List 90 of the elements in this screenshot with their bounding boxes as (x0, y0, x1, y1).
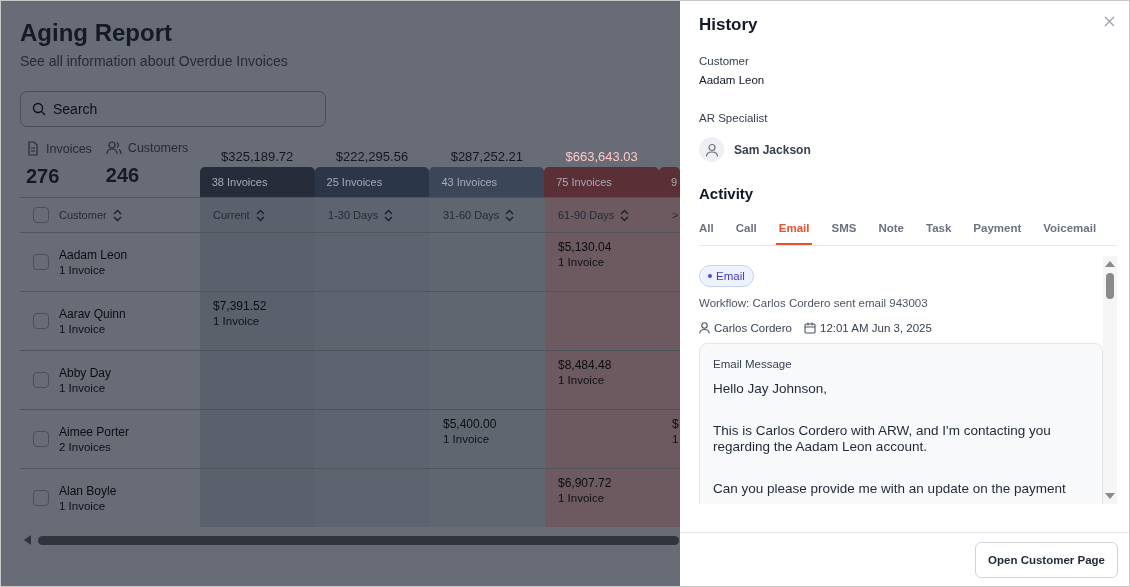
bucket-count: 43 Invoices (429, 167, 545, 197)
invoice-count: 1 Invoice (59, 323, 107, 335)
author-name: Carlos Cordero (714, 322, 792, 334)
panel-title: History (699, 15, 758, 35)
bucket-total: $325,189.72 (220, 149, 295, 164)
invoice-count: 1 Invoice (59, 500, 107, 512)
activity-tab[interactable]: Payment (973, 214, 1022, 245)
table-cell (660, 292, 680, 350)
page-subtitle: See all information about Overdue Invoices (20, 53, 289, 69)
checkbox[interactable] (33, 372, 49, 388)
column-header[interactable]: 1-30 Days (328, 209, 379, 221)
activity-tab[interactable]: Voicemail (1043, 214, 1097, 245)
checkbox[interactable] (33, 254, 49, 270)
checkbox[interactable] (33, 313, 49, 329)
scrollbar-thumb[interactable] (1106, 273, 1114, 299)
invoice-count: 1 Invoice (443, 433, 491, 445)
search-field[interactable]: Search (20, 91, 326, 127)
column-header[interactable]: 31-60 Days (443, 209, 500, 221)
customer-name[interactable]: Aimee Porter (59, 425, 130, 439)
message-paragraph: This is Carlos Cordero with ARW, and I'm contacting you regarding the Aadam Leon account. (713, 423, 1052, 455)
stat-value: 276 (26, 165, 61, 188)
activity-tab[interactable]: All (699, 214, 714, 245)
bucket-total: $222,295.56 (334, 149, 410, 164)
bucket-count: 75 Invoices (544, 167, 660, 197)
field-label: AR Specialist (699, 112, 769, 124)
checkbox[interactable] (33, 490, 49, 506)
sort-icon[interactable] (112, 208, 122, 222)
specialist-name: Sam Jackson (734, 142, 811, 157)
document-icon (26, 141, 40, 156)
vertical-scrollbar[interactable] (1103, 256, 1117, 504)
activity-tab[interactable]: SMS (831, 214, 857, 245)
invoice-count: 1 Invoice (558, 256, 606, 268)
stat-label: Customers (127, 141, 189, 155)
column-header[interactable]: > (672, 209, 679, 221)
amount: $7,391.52 (213, 299, 268, 313)
field-label: Customer (699, 55, 750, 67)
column-header[interactable]: Customer (59, 209, 107, 221)
bucket-count: 25 Invoices (314, 167, 430, 197)
sort-icon[interactable] (255, 208, 265, 222)
horizontal-scrollbar[interactable] (38, 535, 679, 545)
sort-icon[interactable] (384, 208, 394, 222)
checkbox[interactable] (33, 431, 49, 447)
invoice-count: 1 (672, 433, 680, 445)
activity-tab[interactable]: Task (925, 214, 952, 245)
customer-name[interactable]: Aarav Quinn (59, 307, 126, 321)
invoice-count: 1 Invoice (213, 315, 261, 327)
activity-tab[interactable]: Email (775, 214, 813, 245)
customer-name[interactable]: Aadam Leon (59, 248, 128, 262)
search-icon (32, 102, 46, 116)
stat-value: 246 (105, 164, 141, 187)
scroll-up-icon[interactable] (1105, 260, 1115, 268)
scroll-down-icon[interactable] (1105, 492, 1115, 500)
invoice-count: 1 Invoice (558, 492, 606, 504)
customer-name[interactable]: Abby Day (59, 366, 112, 380)
bucket-total: $663,643.03 (564, 149, 639, 164)
amount: $ (672, 417, 680, 431)
activity-description: Workflow: Carlos Cordero sent email 943003 (699, 297, 929, 309)
calendar-icon (804, 322, 816, 334)
column-header[interactable]: 61-90 Days (558, 209, 615, 221)
message-label: Email Message (713, 358, 793, 370)
page-title: Aging Report (20, 19, 173, 47)
amount: $5,400.00 (443, 417, 498, 431)
open-customer-page-button[interactable]: Open Customer Page (975, 541, 1118, 578)
customer-name[interactable]: Alan Boyle (59, 484, 117, 498)
activity-tab[interactable]: Note (878, 214, 904, 245)
amount: $6,907.72 (558, 476, 613, 490)
invoice-count: 2 Invoices (59, 441, 112, 453)
message-paragraph: Hello Jay Johnson, (713, 381, 829, 397)
customer-name: Aadam Leon (699, 74, 766, 86)
bucket-total: $287,252.21 (449, 149, 524, 164)
avatar (699, 137, 724, 162)
invoice-count: 1 Invoice (59, 382, 107, 394)
amount: $5,130.04 (558, 240, 613, 254)
activity-tab[interactable]: Call (735, 214, 757, 245)
message-paragraph: Can you please provide me with an update on the payment (713, 481, 1067, 497)
activity-tag: Email (699, 265, 754, 287)
section-title: Activity (699, 185, 755, 202)
bucket-count: 38 Invoices (199, 167, 315, 197)
scroll-left-icon[interactable] (24, 535, 32, 545)
activity-datetime: 12:01 AM Jun 3, 2025 (820, 322, 932, 334)
checkbox[interactable] (33, 207, 49, 223)
invoice-count: 1 Invoice (558, 374, 606, 386)
sort-icon[interactable] (505, 208, 515, 222)
users-icon (105, 141, 122, 155)
stat-label: Invoices (46, 141, 92, 156)
bucket-count: 9 (659, 167, 680, 197)
user-icon (699, 322, 710, 334)
invoice-count: 1 Invoice (59, 264, 107, 276)
amount: $8,484.48 (558, 358, 613, 372)
sort-icon[interactable] (620, 208, 630, 222)
